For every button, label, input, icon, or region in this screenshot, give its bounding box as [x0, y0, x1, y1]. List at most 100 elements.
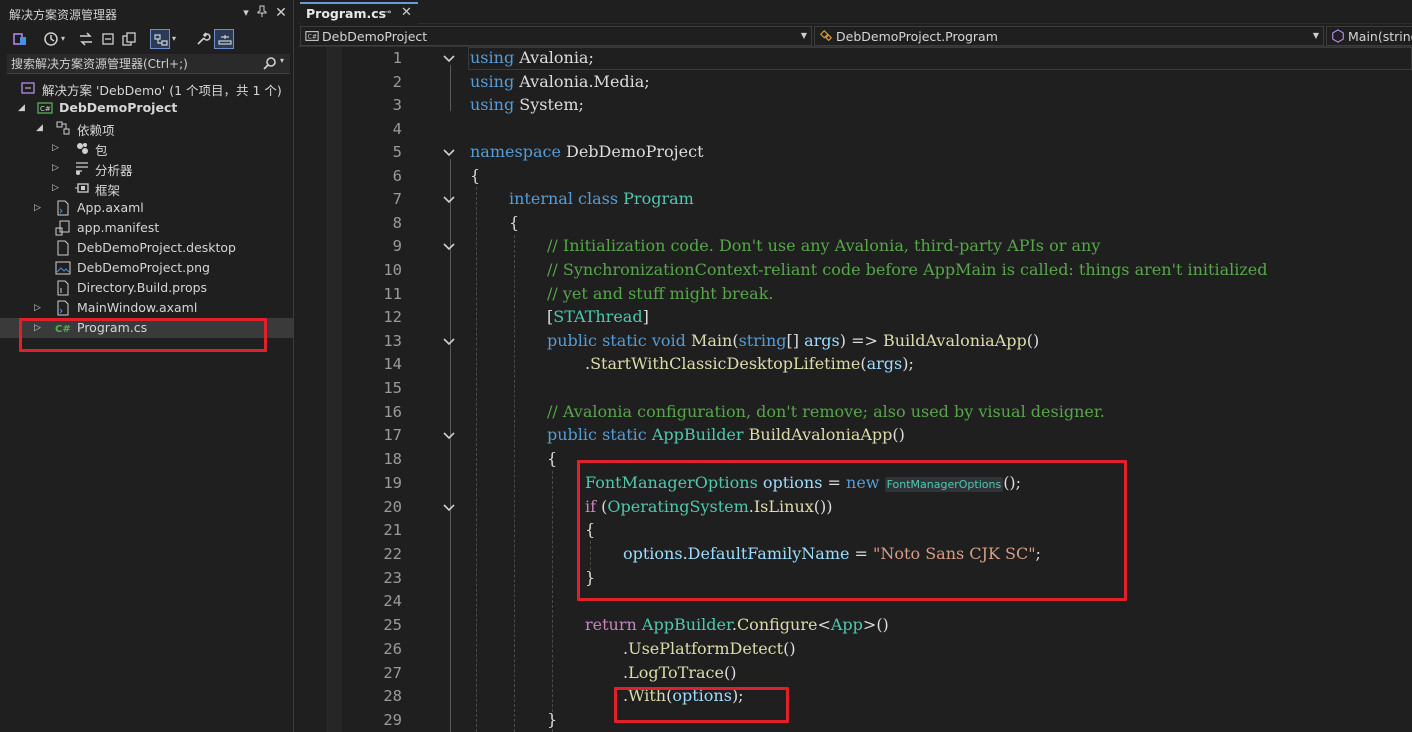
preview-icon: [154, 34, 168, 46]
collapsed-arrow-icon[interactable]: ▷: [52, 182, 62, 194]
tree-file-app-axaml[interactable]: ▷ App.axaml: [0, 198, 293, 218]
collapse-chevron-icon[interactable]: [442, 502, 456, 514]
tree-file-mainwindow-axaml[interactable]: ▷ MainWindow.axaml: [0, 298, 293, 318]
outline-bar: [450, 252, 451, 312]
class-dropdown[interactable]: DebDemoProject.Program ▼: [814, 26, 1324, 46]
indent-guide: [552, 471, 553, 732]
code-editor[interactable]: 1 2 3 4 5 6 7 8 9 10 11 12 13 14 15 16 1…: [298, 47, 1412, 732]
outline-bar: [450, 65, 451, 111]
navigation-bar: C# DebDemoProject ▼ DebDemoProject.Progr…: [298, 25, 1412, 47]
collapse-chevron-icon[interactable]: [442, 194, 456, 206]
line-number: 14: [383, 355, 402, 373]
code-line: namespace DebDemoProject: [470, 142, 704, 161]
solution-search-input[interactable]: [11, 55, 259, 73]
preview-dropdown-button[interactable]: ▾: [170, 29, 182, 49]
dependencies-icon: [56, 121, 70, 135]
member-dropdown[interactable]: Main(string: [1326, 26, 1412, 46]
line-number: 16: [383, 403, 402, 421]
collapse-chevron-icon[interactable]: [442, 147, 456, 159]
close-panel-icon[interactable]: ✕: [273, 5, 289, 21]
switch-views-icon: [13, 33, 26, 45]
file-label: app.manifest: [77, 220, 160, 235]
chevron-down-icon: ▾: [61, 34, 66, 43]
show-pending-changes-button[interactable]: [214, 29, 234, 49]
pending-changes-icon: [218, 35, 232, 45]
xaml-file-icon: [57, 300, 69, 316]
close-tab-icon[interactable]: ✕: [401, 5, 412, 20]
tree-file-app-manifest[interactable]: app.manifest: [0, 218, 293, 238]
solution-label: 解决方案 'DebDemo' (1 个项目，共 1 个): [42, 83, 282, 98]
search-icon[interactable]: [263, 56, 277, 70]
collapse-chevron-icon[interactable]: [442, 336, 456, 348]
line-number: 8: [392, 214, 402, 232]
props-file-icon: [57, 280, 69, 296]
package-icon: [77, 143, 88, 154]
code-line: // yet and stuff might break.: [547, 284, 774, 303]
svg-text:C#: C#: [40, 105, 51, 113]
code-line: public static AppBuilder BuildAvaloniaAp…: [547, 425, 905, 444]
collapse-all-button[interactable]: [98, 29, 118, 49]
collapse-all-icon: [102, 33, 114, 45]
panel-menu-dropdown-icon[interactable]: ▾: [238, 5, 254, 21]
sync-with-active-document-button[interactable]: [76, 29, 96, 49]
tree-file-png[interactable]: DebDemoProject.png: [0, 258, 293, 278]
file-label: MainWindow.axaml: [77, 300, 198, 315]
tab-program-cs[interactable]: Program.cs ⊸ ✕: [300, 2, 418, 24]
collapsed-arrow-icon[interactable]: ▷: [52, 162, 62, 174]
show-all-files-button[interactable]: [119, 29, 139, 49]
filter-dropdown-button[interactable]: ▾: [59, 29, 71, 49]
line-number: 19: [383, 474, 402, 492]
collapsed-arrow-icon[interactable]: ▷: [52, 142, 62, 154]
code-line: internal class Program: [509, 189, 694, 208]
code-line: }: [547, 710, 558, 729]
tree-packages-node[interactable]: ▷ 包: [0, 138, 293, 158]
switch-views-button[interactable]: [10, 29, 30, 49]
line-number: 22: [383, 545, 402, 563]
line-number: 15: [383, 379, 402, 397]
tree-frameworks-node[interactable]: ▷ 框架: [0, 178, 293, 198]
chevron-down-icon: ▾: [172, 34, 177, 43]
pin-icon[interactable]: [254, 5, 270, 21]
collapse-chevron-icon[interactable]: [442, 430, 456, 442]
tree-analyzers-node[interactable]: ▷ 分析器: [0, 158, 293, 178]
collapse-chevron-icon[interactable]: [442, 241, 456, 253]
line-number: 20: [383, 498, 402, 516]
dependencies-label: 依赖项: [77, 123, 115, 138]
line-number: 2: [392, 73, 402, 91]
collapsed-arrow-icon[interactable]: ▷: [34, 202, 44, 214]
tree-file-desktop[interactable]: DebDemoProject.desktop: [0, 238, 293, 258]
expanded-arrow-icon[interactable]: ◢: [18, 102, 28, 114]
nav-member-label: Main(string: [1348, 29, 1412, 44]
tree-dependencies-node[interactable]: ◢ 依赖项: [0, 118, 293, 138]
image-file-icon: [55, 261, 71, 275]
annotation-box-font-options: [577, 460, 1127, 601]
solution-explorer-title: 解决方案资源管理器: [9, 8, 118, 22]
file-label: DebDemoProject.desktop: [77, 240, 236, 255]
tree-solution-node[interactable]: 解决方案 'DebDemo' (1 个项目，共 1 个): [0, 78, 293, 98]
collapse-chevron-icon[interactable]: [442, 53, 456, 65]
preview-selected-items-button[interactable]: [150, 29, 170, 49]
search-options-dropdown-icon[interactable]: ▾: [280, 56, 284, 65]
tree-file-props[interactable]: Directory.Build.props: [0, 278, 293, 298]
clock-icon: [44, 32, 58, 46]
package-label: 包: [95, 143, 108, 158]
project-label: DebDemoProject: [59, 100, 178, 115]
properties-button[interactable]: [193, 29, 213, 49]
line-number: 7: [392, 190, 402, 208]
file-label: Directory.Build.props: [77, 280, 208, 295]
line-number: 4: [392, 120, 402, 138]
project-dropdown[interactable]: C# DebDemoProject ▼: [300, 26, 812, 46]
indicator-margin: [298, 47, 328, 732]
framework-icon: [75, 183, 89, 193]
analyzer-icon: [76, 162, 88, 175]
outline-bar: [450, 442, 451, 732]
collapsed-arrow-icon[interactable]: ▷: [34, 302, 44, 314]
line-number: 27: [383, 664, 402, 682]
pending-changes-filter-button[interactable]: [41, 29, 61, 49]
pin-tab-icon[interactable]: ⊸: [383, 7, 391, 18]
tree-project-node[interactable]: ◢ C# DebDemoProject: [0, 98, 293, 118]
code-line: {: [470, 166, 481, 185]
expanded-arrow-icon[interactable]: ◢: [36, 122, 46, 134]
file-label: App.axaml: [77, 200, 144, 215]
code-line: // SynchronizationContext-reliant code b…: [547, 260, 1268, 279]
